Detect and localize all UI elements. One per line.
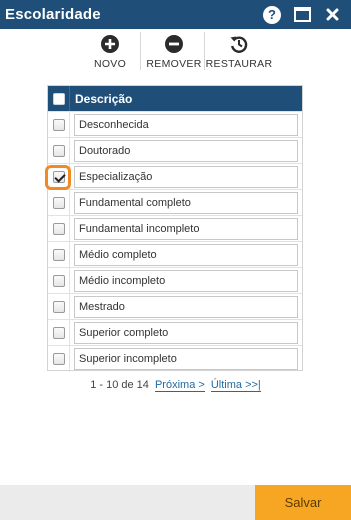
description-field[interactable]: Superior completo: [74, 321, 298, 344]
save-button[interactable]: Salvar: [255, 485, 351, 520]
help-icon[interactable]: ?: [261, 4, 283, 26]
row-checkbox[interactable]: [52, 144, 65, 157]
row-checkbox[interactable]: [52, 196, 65, 209]
table-row[interactable]: Desconhecida: [48, 111, 302, 138]
description-field[interactable]: Fundamental completo: [74, 191, 298, 214]
row-checkbox[interactable]: [52, 118, 65, 131]
description-field[interactable]: Desconhecida: [74, 113, 298, 136]
remove-label: REMOVER: [146, 58, 202, 70]
description-field[interactable]: Doutorado: [74, 139, 298, 162]
window-title: Escolaridade: [5, 6, 101, 23]
table-row[interactable]: Superior completo: [48, 319, 302, 346]
table-row[interactable]: Fundamental incompleto: [48, 215, 302, 242]
table-row[interactable]: Médio incompleto: [48, 267, 302, 294]
row-checkbox[interactable]: [52, 326, 65, 339]
title-bar: Escolaridade ?: [0, 0, 351, 29]
table-row[interactable]: Mestrado: [48, 293, 302, 320]
last-page-link[interactable]: Última >>|: [210, 379, 261, 392]
plus-circle-icon: [99, 33, 121, 55]
row-checkbox[interactable]: [52, 248, 65, 261]
grid-header: Descrição: [48, 86, 302, 111]
description-field[interactable]: Fundamental incompleto: [74, 217, 298, 240]
description-field[interactable]: Mestrado: [74, 295, 298, 318]
row-checkbox[interactable]: [52, 222, 65, 235]
restore-icon: [228, 33, 250, 55]
pagination: 1 - 10 de 14 Próxima > Última >>|: [0, 379, 351, 392]
remove-button[interactable]: REMOVER: [146, 30, 202, 74]
row-checkbox[interactable]: [52, 300, 65, 313]
select-all-checkbox[interactable]: [52, 92, 65, 105]
table-row[interactable]: Especialização: [45, 163, 302, 190]
restore-label: RESTAURAR: [205, 58, 273, 70]
description-field[interactable]: Médio incompleto: [74, 269, 298, 292]
maximize-icon[interactable]: [291, 4, 313, 26]
new-label: NOVO: [93, 58, 127, 70]
row-checkbox[interactable]: [52, 352, 65, 365]
minus-circle-icon: [163, 33, 185, 55]
table-row[interactable]: Doutorado: [48, 137, 302, 164]
page-range: 1 - 10 de 14: [90, 379, 149, 391]
toolbar: NOVO REMOVER RESTAURAR: [0, 30, 351, 74]
footer-bar: Salvar: [0, 485, 351, 520]
row-checkbox[interactable]: [52, 274, 65, 287]
education-grid: Descrição Desconhecida Doutorado Especiali…: [45, 85, 303, 372]
table-row[interactable]: Fundamental completo: [48, 189, 302, 216]
table-row[interactable]: Médio completo: [48, 241, 302, 268]
restore-button[interactable]: RESTAURAR: [206, 30, 272, 74]
close-icon[interactable]: [321, 4, 343, 26]
new-button[interactable]: NOVO: [92, 30, 128, 74]
row-checkbox[interactable]: [52, 170, 65, 183]
column-header-description: Descrição: [75, 91, 133, 106]
description-field[interactable]: Médio completo: [74, 243, 298, 266]
description-field[interactable]: Superior incompleto: [74, 347, 298, 370]
description-field[interactable]: Especialização: [74, 165, 298, 188]
next-page-link[interactable]: Próxima >: [154, 379, 205, 392]
table-row[interactable]: Superior incompleto: [48, 345, 302, 372]
toolbar-divider: [140, 32, 141, 70]
